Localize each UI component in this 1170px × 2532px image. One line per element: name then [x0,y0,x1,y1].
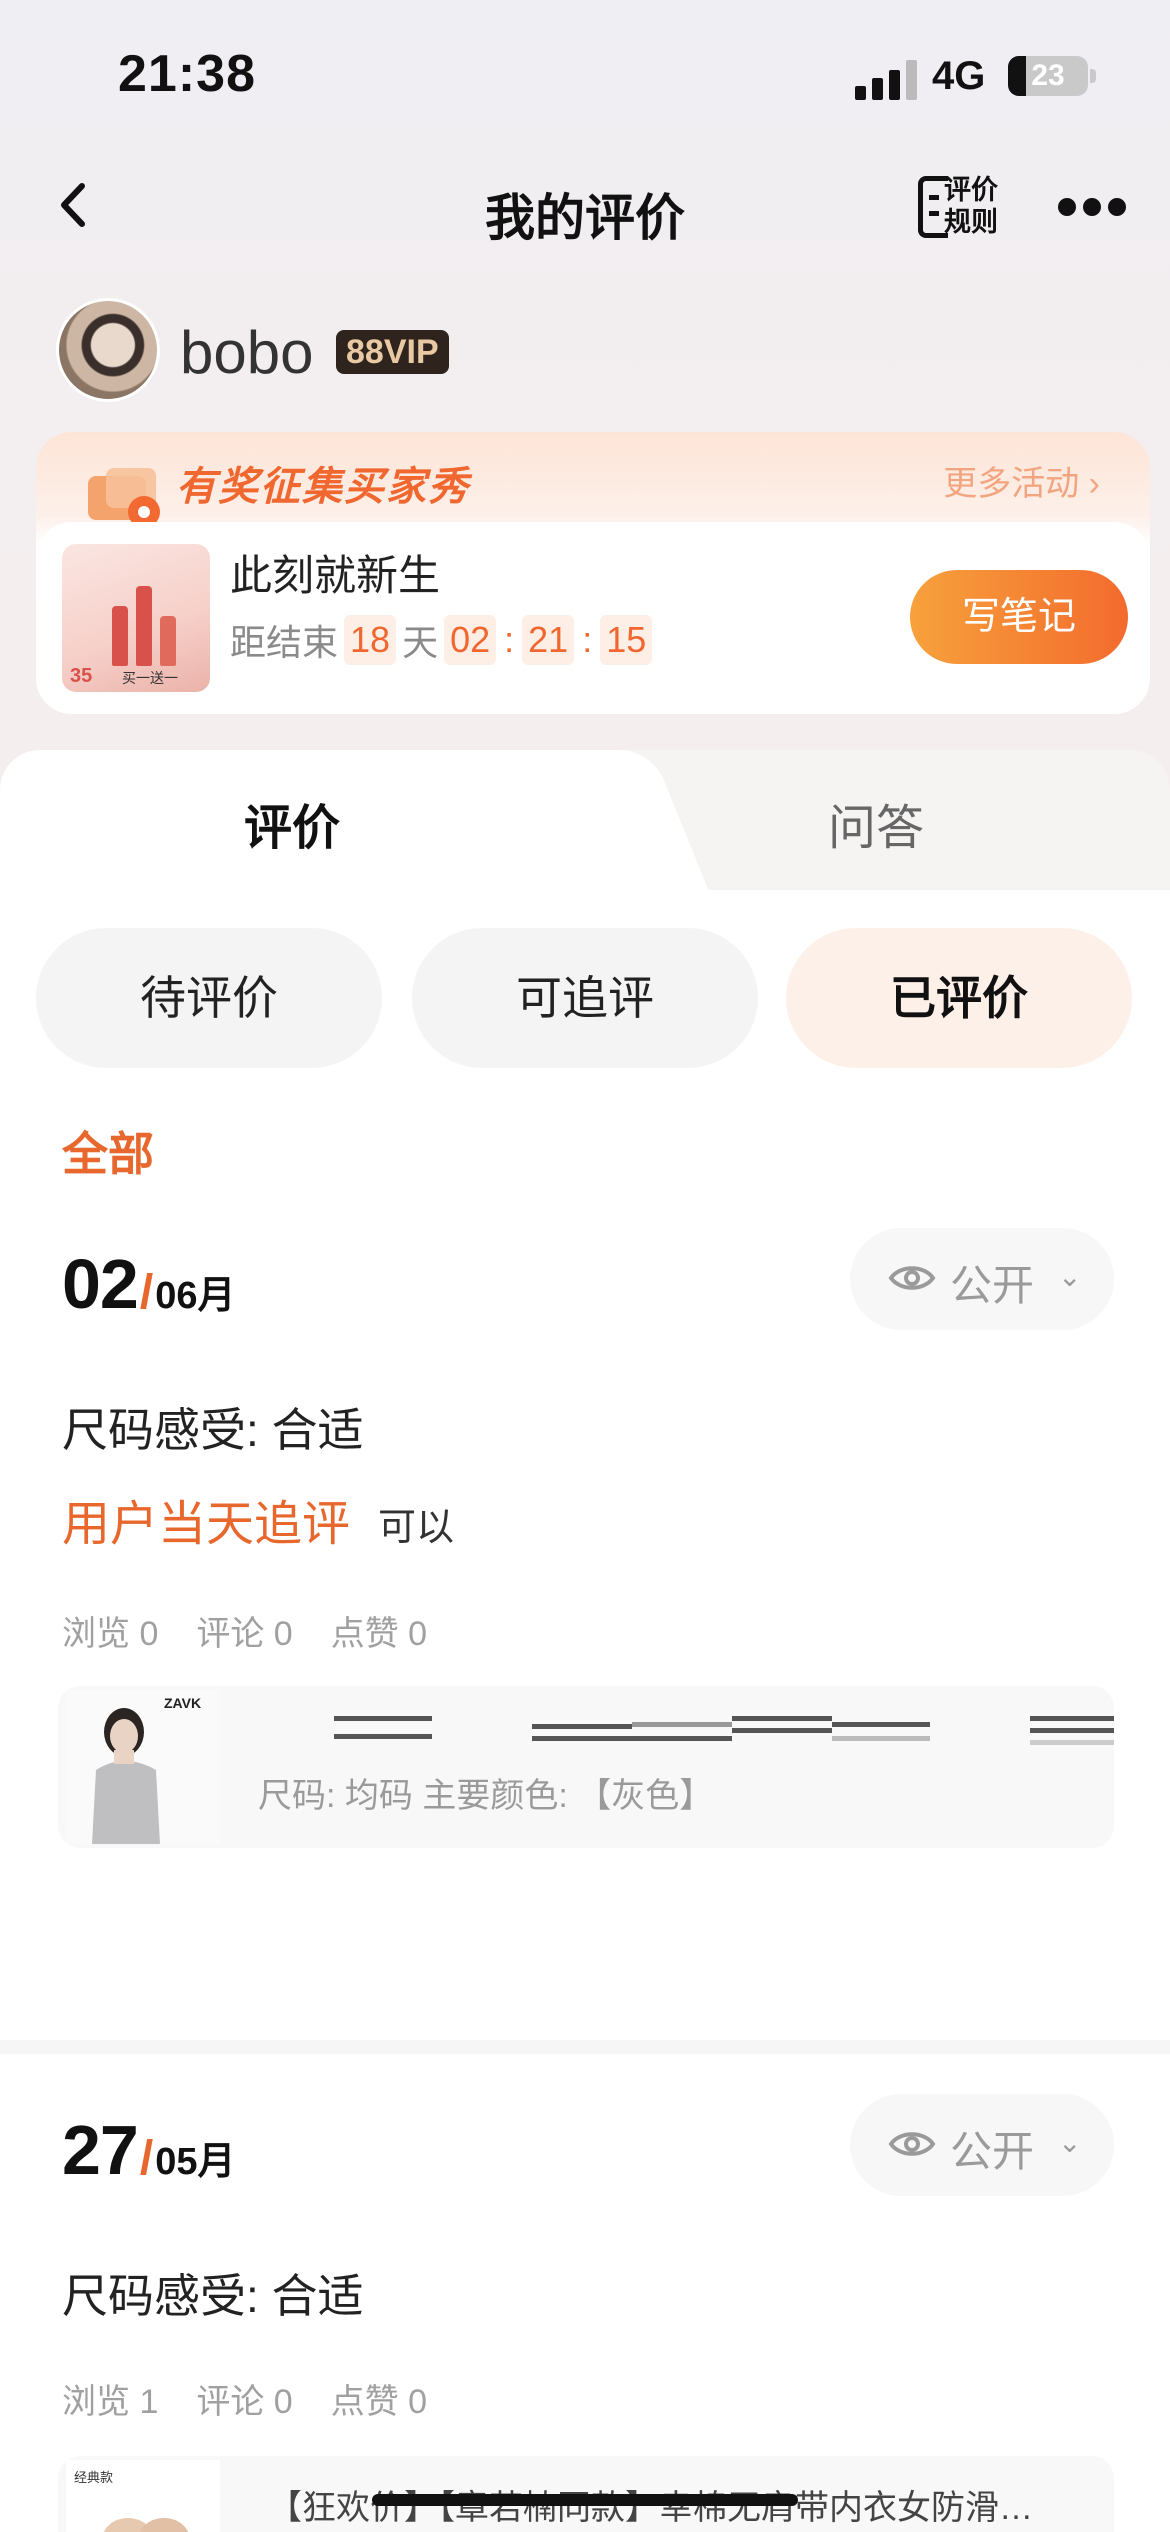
avatar[interactable] [56,298,160,402]
activity-card: 有奖征集买家秀 更多活动 › 35 买一送一 此刻就新生 距结束 18 天 02… [36,432,1150,714]
eye-icon [888,2132,936,2156]
status-bar: 21:38 4G 23 [0,0,1170,150]
followup: 用户当天追评 可以 [62,1484,454,1554]
main-tabs: 评价 问答 [0,750,1170,910]
thumbnail-promo: 买一送一 [122,670,178,686]
battery-tip [1090,69,1096,83]
size-feel: 尺码感受: 合适 [62,1404,364,1456]
more-options-button[interactable] [1058,198,1126,216]
home-indicator[interactable] [372,2494,798,2506]
more-activities-link[interactable]: 更多活动 › [943,456,1100,505]
activity-item[interactable]: 35 买一送一 此刻就新生 距结束 18 天 02 : 21 : 15 写笔记 [36,522,1150,714]
review-date: 02 / 06月 [62,1245,236,1323]
countdown-minutes: 21 [522,615,575,665]
chevron-right-icon: › [1088,465,1100,503]
chevron-down-icon: ⌄ [1058,2127,1082,2158]
review-rules-button[interactable]: 评价规则 [918,172,1028,242]
battery-level: 23 [1031,59,1065,92]
tab-reviews[interactable]: 评价 [244,788,340,858]
followup-text: 可以 [378,1507,455,1549]
visibility-selector[interactable]: 公开 ⌄ [850,2094,1114,2196]
filter-follow-up[interactable]: 可追评 [412,928,758,1068]
review-stats: 浏览 0 评论 0 点赞 0 [62,1606,465,1655]
views-count: 浏览 0 [62,1615,159,1653]
product-label: 经典款 [74,2470,113,2485]
activity-thumbnail: 35 买一送一 [62,544,210,692]
product-thumbnail: ZAVK [66,1690,220,1844]
username: bobo [180,319,314,386]
cellular-signal-icon [855,60,917,100]
review-month: 06月 [155,1275,236,1317]
thumbnail-price: 35 [70,665,93,687]
product-image: 经典款 [66,2460,220,2532]
product-brand: ZAVK [164,1695,201,1711]
activity-banner-title: 有奖征集买家秀 [176,465,470,509]
views-count: 浏览 1 [62,2383,159,2421]
review-stats: 浏览 1 评论 0 点赞 0 [62,2374,465,2423]
comments-count: 评论 0 [196,2383,293,2421]
review-date: 27 / 05月 [62,2111,236,2189]
countdown-days: 18 [344,615,397,665]
review-day: 02 [62,1245,139,1323]
review-day: 27 [62,2111,139,2189]
vip-badge: 88VIP [336,330,449,374]
more-dots-icon [1058,198,1076,216]
chevron-down-icon: ⌄ [1058,1261,1082,1292]
eye-icon [888,1266,936,1290]
product-card[interactable]: ZAVK 尺码: 均码 主要颜色: 【灰色】 [58,1686,1114,1848]
countdown-prefix: 距结束 [230,622,339,663]
followup-tag: 用户当天追评 [62,1498,351,1551]
countdown: 距结束 18 天 02 : 21 : 15 [230,614,658,666]
size-feel: 尺码感受: 合适 [62,2270,364,2322]
visibility-selector[interactable]: 公开 ⌄ [850,1228,1114,1330]
filter-pending-review[interactable]: 待评价 [36,928,382,1068]
visibility-label: 公开 [950,2128,1035,2175]
likes-count: 点赞 0 [330,1615,428,1653]
status-time: 21:38 [118,45,256,103]
more-activities-label: 更多活动 [943,465,1080,503]
review-month: 05月 [155,2141,236,2183]
network-type: 4G [932,54,986,98]
product-spec: 尺码: 均码 主要颜色: 【灰色】 [258,1777,714,1815]
visibility-label: 公开 [950,1262,1035,1309]
product-thumbnail: 经典款 [66,2460,220,2532]
filter-reviewed[interactable]: 已评价 [786,928,1132,1068]
likes-count: 点赞 0 [330,2383,428,2421]
countdown-days-unit: 天 [402,622,439,663]
countdown-hours: 02 [444,615,497,665]
battery-icon: 23 [1008,56,1088,96]
review-rules-label: 评价规则 [944,175,998,237]
comments-count: 评论 0 [196,1615,293,1653]
activity-name: 此刻就新生 [230,552,441,599]
product-name-blurred [268,1712,1114,1752]
section-divider [0,2040,1170,2054]
category-all[interactable]: 全部 [62,1118,154,1184]
product-image: ZAVK [66,1690,220,1844]
countdown-seconds: 15 [600,615,653,665]
write-note-button[interactable]: 写笔记 [910,570,1128,664]
tab-qa[interactable]: 问答 [828,788,924,858]
